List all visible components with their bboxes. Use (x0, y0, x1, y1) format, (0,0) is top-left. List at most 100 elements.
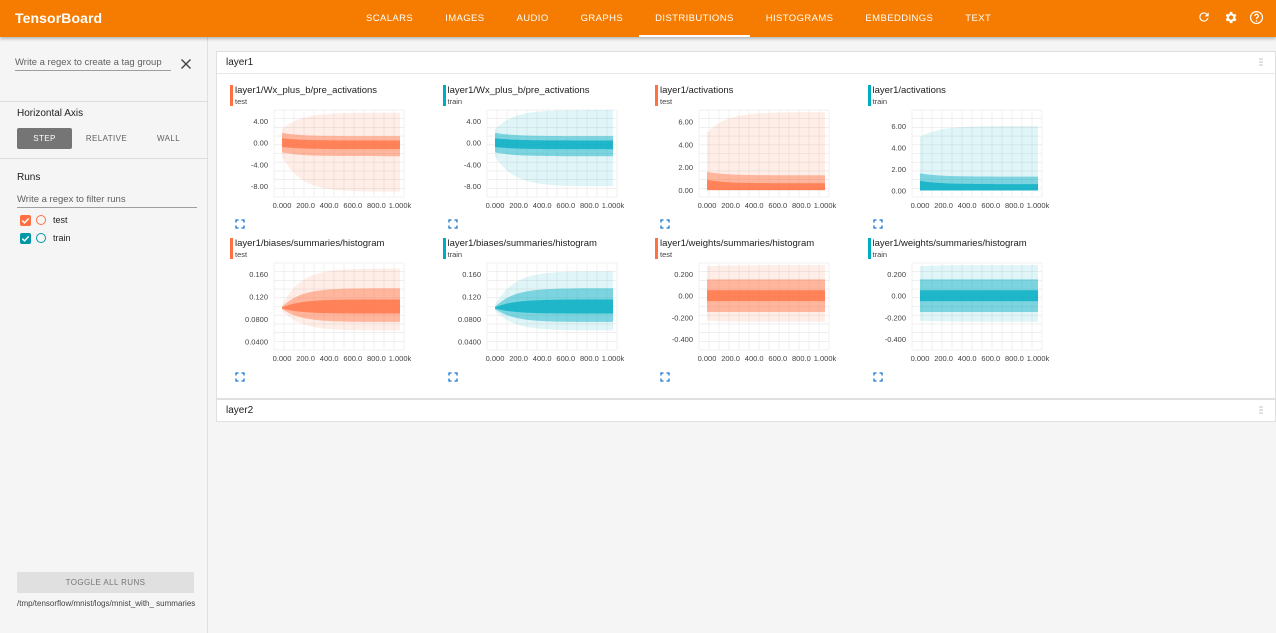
run-color-radio[interactable] (36, 215, 46, 225)
tab-distributions[interactable]: DISTRIBUTIONS (639, 0, 750, 37)
fullscreen-icon[interactable] (872, 216, 883, 229)
y-tick-label: 6.00 (678, 117, 693, 126)
x-tick-label: 0.000 (273, 201, 292, 210)
fullscreen-icon[interactable] (235, 216, 245, 229)
run-color-radio[interactable] (36, 233, 46, 243)
x-tick-label: 400.0 (532, 354, 551, 363)
distribution-chart: 0.200 0.00 -0.200 -0.400 0.000 200.0 400.0 600.… (884, 262, 1049, 363)
tab-embeddings[interactable]: EMBEDDINGS (849, 0, 949, 37)
log-directory: /tmp/tensorflow/mnist/logs/mnist_with_ s… (17, 599, 196, 608)
help-icon[interactable] (1248, 9, 1264, 25)
checkbox-checked-icon[interactable] (20, 214, 31, 226)
runs-title: Runs (17, 172, 41, 183)
refresh-icon[interactable] (1196, 9, 1212, 25)
drag-handle-icon[interactable] (1259, 406, 1263, 414)
x-tick-label: 0.000 (910, 354, 929, 363)
x-tick-label: 400.0 (532, 201, 551, 210)
x-tick-label: 1.000k (1026, 201, 1049, 210)
tab-text[interactable]: TEXT (949, 0, 1007, 37)
x-tick-label: 400.0 (320, 354, 339, 363)
tab-scalars[interactable]: SCALARS (350, 0, 429, 37)
x-tick-label: 800.0 (1005, 201, 1024, 210)
chart-title: layer1/weights/summaries/histogram (660, 238, 815, 249)
y-tick-label: -0.400 (672, 335, 693, 344)
tag-group-input[interactable] (15, 55, 171, 71)
divider (0, 101, 208, 102)
run-item-test[interactable]: test (20, 213, 68, 227)
chart-run-label: test (660, 250, 673, 259)
dashboard-tabs: SCALARS IMAGES AUDIO GRAPHS DISTRIBUTION… (350, 0, 1007, 37)
x-tick-label: 1.000k (814, 354, 837, 363)
x-tick-label: 600.0 (556, 201, 575, 210)
x-tick-label: 800.0 (580, 201, 599, 210)
x-tick-label: 0.000 (910, 201, 929, 210)
y-tick-label: 0.200 (674, 270, 693, 279)
x-tick-label: 200.0 (934, 201, 953, 210)
x-tick-label: 600.0 (556, 354, 575, 363)
distribution-chart: 0.200 0.00 -0.200 -0.400 0.000 200.0 400.0 600.… (672, 262, 837, 363)
y-tick-label: 0.120 (462, 293, 481, 302)
x-tick-label: 200.0 (721, 201, 740, 210)
y-tick-label: 0.00 (253, 139, 268, 148)
sidebar: Horizontal Axis STEP RELATIVE WALL Runs … (0, 37, 208, 633)
distribution-card: layer1/activations test 6.00 4.00 2.00 0.00 0.… (642, 75, 847, 229)
x-tick-label: 200.0 (296, 354, 315, 363)
band-inner (707, 290, 825, 302)
chart-run-label: train (872, 250, 888, 259)
x-tick-label: 400.0 (745, 201, 764, 210)
group-header[interactable]: layer1 (217, 52, 1275, 74)
fullscreen-icon[interactable] (872, 369, 883, 382)
fullscreen-icon[interactable] (235, 369, 245, 382)
group-header[interactable]: layer2 (217, 400, 1275, 422)
settings-icon[interactable] (1222, 9, 1238, 25)
fullscreen-icon[interactable] (447, 369, 458, 382)
y-tick-label: -8.00 (251, 182, 268, 191)
y-tick-label: 0.160 (249, 270, 268, 279)
y-tick-label: 0.00 (678, 186, 693, 195)
tab-graphs[interactable]: GRAPHS (565, 0, 640, 37)
run-color-bar (867, 238, 871, 259)
x-tick-label: 400.0 (320, 201, 339, 210)
tag-group-layer2: layer2 (216, 399, 1276, 422)
chart-run-label: test (235, 250, 248, 259)
y-tick-label: -0.200 (672, 313, 693, 322)
axis-wall-button[interactable]: WALL (141, 128, 196, 149)
x-tick-label: 800.0 (792, 201, 811, 210)
close-icon[interactable] (180, 57, 192, 69)
tab-histograms[interactable]: HISTOGRAMS (750, 0, 850, 37)
runs-filter-input[interactable] (17, 192, 197, 208)
x-tick-label: 200.0 (509, 201, 528, 210)
fullscreen-icon[interactable] (660, 369, 670, 382)
run-label: test (53, 215, 68, 225)
y-tick-label: 4.00 (466, 117, 481, 126)
tag-group-layer1: layer1 layer1/Wx_plus_b/pre_activations t… (216, 51, 1276, 399)
drag-handle-icon[interactable] (1259, 58, 1263, 66)
axis-relative-button[interactable]: RELATIVE (79, 128, 134, 149)
distribution-card: layer1/biases/summaries/histogram train 0.… (430, 228, 635, 382)
x-tick-label: 1.000k (389, 201, 412, 210)
x-tick-label: 200.0 (934, 354, 953, 363)
tab-audio[interactable]: AUDIO (501, 0, 565, 37)
chart-run-label: train (447, 97, 463, 106)
checkbox-checked-icon[interactable] (20, 232, 31, 244)
run-color-bar (230, 85, 233, 106)
distribution-chart: 6.00 4.00 2.00 0.00 0.000 200.0 400.0 600.0 800.… (891, 109, 1049, 210)
axis-step-button[interactable]: STEP (17, 128, 72, 149)
x-tick-label: 600.0 (981, 354, 1000, 363)
y-tick-label: -0.400 (884, 335, 905, 344)
x-tick-label: 0.000 (485, 354, 504, 363)
x-tick-label: 600.0 (768, 201, 787, 210)
distribution-chart: 4.00 0.00 -4.00 -8.00 0.000 200.0 400.0 600.0 80… (251, 109, 412, 210)
x-tick-label: 400.0 (957, 354, 976, 363)
x-tick-label: 1.000k (601, 354, 624, 363)
toggle-all-runs-button[interactable]: TOGGLE ALL RUNS (17, 572, 194, 593)
x-tick-label: 0.000 (273, 354, 292, 363)
distribution-card: layer1/activations train 6.00 4.00 2.00 0.00 0… (855, 75, 1060, 229)
run-item-train[interactable]: train (20, 231, 71, 245)
fullscreen-icon[interactable] (660, 216, 670, 229)
tab-images[interactable]: IMAGES (429, 0, 500, 37)
run-color-bar (442, 85, 446, 106)
fullscreen-icon[interactable] (447, 216, 458, 229)
chart-run-label: train (872, 97, 888, 106)
x-tick-label: 1.000k (1026, 354, 1049, 363)
